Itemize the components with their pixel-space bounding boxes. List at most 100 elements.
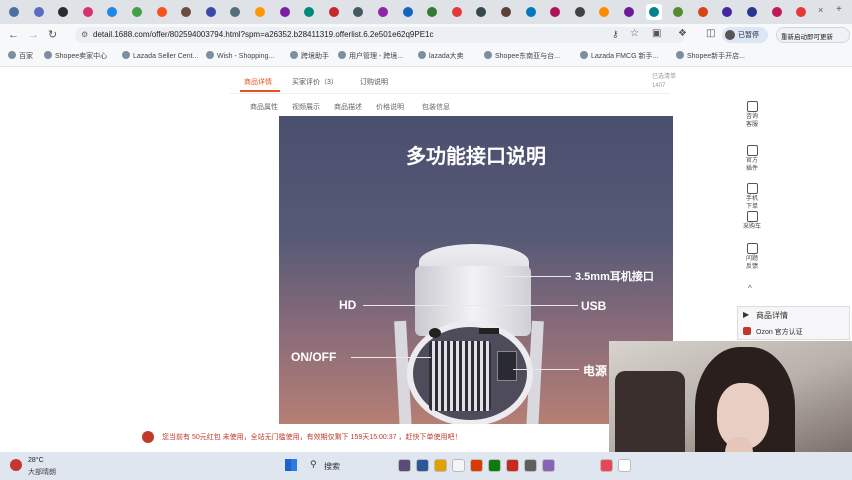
sidebar-item-label: 手机 下单 xyxy=(745,196,758,210)
bookmark-favicon-icon xyxy=(484,51,492,59)
profile-paused-button[interactable]: 已暂停 xyxy=(722,27,768,43)
tab-favicon-icon xyxy=(58,7,69,17)
bookmark-item[interactable]: 跨境助手 xyxy=(290,51,329,61)
sidebar-item[interactable]: 采购车 xyxy=(737,211,767,231)
url-bar[interactable]: ⚙ detail.1688.com/offer/802594003794.htm… xyxy=(75,27,685,43)
bookmark-item[interactable]: Lazada FMCG 新手... xyxy=(580,51,658,61)
browser-tab[interactable] xyxy=(31,4,47,20)
browser-tab[interactable] xyxy=(301,4,317,20)
play-icon: ▶ xyxy=(743,310,750,319)
bookmark-item[interactable]: Wish - Shopping... xyxy=(206,51,274,60)
browser-tab[interactable] xyxy=(55,4,71,20)
tab-close-icon[interactable]: × xyxy=(818,5,823,15)
sub-tab[interactable]: 价格说明 xyxy=(376,102,404,112)
bookmark-item[interactable]: Shopee卖家中心 xyxy=(44,51,107,61)
browser-tab[interactable] xyxy=(572,4,588,20)
tab-favicon-icon xyxy=(353,7,364,17)
forward-icon[interactable]: → xyxy=(28,29,39,41)
product-detail-panel[interactable]: ▶ 商品详情 Ozon 官方认证 xyxy=(737,306,850,340)
browser-tab[interactable] xyxy=(670,4,686,20)
tab-favicon-icon xyxy=(402,7,413,17)
sidebar-item[interactable]: 官方 插件 xyxy=(737,145,767,173)
extension-icon[interactable]: ▣ xyxy=(652,28,661,39)
browser-tab[interactable] xyxy=(252,4,268,20)
browser-tab[interactable] xyxy=(621,4,637,20)
taskbar-app-icon[interactable] xyxy=(452,459,465,472)
sub-tab[interactable]: 包装信息 xyxy=(422,102,450,112)
weather-widget[interactable]: 28°C 大部晴朗 xyxy=(8,456,78,476)
browser-tab[interactable] xyxy=(203,4,219,20)
bookmark-item[interactable]: lazada大卖 xyxy=(418,51,464,61)
bookmark-item[interactable]: Shopee新手开店... xyxy=(676,51,745,61)
tab-product-details[interactable]: 商品详情 xyxy=(244,77,272,87)
taskbar-app-icon[interactable] xyxy=(618,459,631,472)
coupon-icon xyxy=(142,431,154,443)
browser-tab[interactable] xyxy=(129,4,145,20)
sidebar-item[interactable]: 手机 下单 xyxy=(737,183,767,211)
taskbar-app-icon[interactable] xyxy=(524,459,537,472)
taskbar-app-icon[interactable] xyxy=(600,459,613,472)
browser-tab[interactable] xyxy=(326,4,342,20)
taskbar-app-icon[interactable] xyxy=(434,459,447,472)
site-info-icon[interactable]: ⚙ xyxy=(81,30,88,39)
taskbar-app-icon[interactable] xyxy=(398,459,411,472)
back-icon[interactable]: ← xyxy=(8,29,19,41)
taskbar-app-icon[interactable] xyxy=(542,459,555,472)
browser-tab[interactable] xyxy=(719,4,735,20)
update-restart-button[interactable]: 重新启动即可更新 xyxy=(776,27,850,43)
tab-ordering-info[interactable]: 订购说明 xyxy=(360,77,388,87)
browser-tab[interactable] xyxy=(350,4,366,20)
sidebar-item[interactable]: 咨询 客服 xyxy=(737,101,767,129)
browser-tab[interactable] xyxy=(400,4,416,20)
sub-tab[interactable]: 商品描述 xyxy=(334,102,362,112)
tab-favicon-icon xyxy=(304,7,315,17)
new-tab-icon[interactable]: + xyxy=(836,4,842,15)
browser-tab[interactable] xyxy=(523,4,539,20)
sub-tab[interactable]: 商品属性 xyxy=(250,102,278,112)
taskbar-app-icon[interactable] xyxy=(506,459,519,472)
browser-tab[interactable] xyxy=(498,4,514,20)
tab-buyer-reviews[interactable]: 买家评价（3） xyxy=(292,77,338,87)
browser-tab[interactable] xyxy=(449,4,465,20)
browser-tab[interactable] xyxy=(104,4,120,20)
browser-tab[interactable] xyxy=(375,4,391,20)
browser-tab[interactable] xyxy=(424,4,440,20)
start-button[interactable] xyxy=(285,459,297,471)
tab-favicon-icon xyxy=(230,7,241,17)
browser-tab[interactable] xyxy=(596,4,612,20)
collapse-sidebar-icon[interactable]: ^ xyxy=(748,284,752,293)
browser-tab[interactable] xyxy=(793,4,809,20)
taskbar-app-icon[interactable] xyxy=(470,459,483,472)
bookmark-item[interactable]: 百家 xyxy=(8,51,33,61)
tab-favicon-icon xyxy=(451,7,462,17)
tab-favicon-icon xyxy=(574,7,585,17)
taskbar-app-icon[interactable] xyxy=(416,459,429,472)
key-icon[interactable]: ⚷ xyxy=(612,29,619,40)
browser-tab[interactable] xyxy=(6,4,22,20)
browser-tab[interactable] xyxy=(769,4,785,20)
reload-icon[interactable]: ↻ xyxy=(48,28,57,41)
bookmark-item[interactable]: 用户管理 - 跨境... xyxy=(338,51,403,61)
bookmark-star-icon[interactable]: ☆ xyxy=(630,28,639,39)
taskbar-app-icon[interactable] xyxy=(488,459,501,472)
browser-tab[interactable] xyxy=(154,4,170,20)
taskbar-search[interactable]: ⚲ 搜索 xyxy=(306,458,386,474)
sub-tab[interactable]: 视频展示 xyxy=(292,102,320,112)
label-hd: HD xyxy=(339,298,357,312)
browser-tab[interactable] xyxy=(473,4,489,20)
browser-tab[interactable] xyxy=(80,4,96,20)
sidebar-item[interactable]: 问题 反馈 xyxy=(737,243,767,271)
bookmark-item[interactable]: Shopee东南亚与台... xyxy=(484,51,560,61)
browser-tab[interactable] xyxy=(695,4,711,20)
bookmark-label: Shopee东南亚与台... xyxy=(495,53,560,60)
browser-tab[interactable] xyxy=(645,4,662,20)
bookmark-item[interactable]: Lazada Seller Cent... xyxy=(122,51,198,60)
browser-tab[interactable] xyxy=(547,4,563,20)
sidepanel-icon[interactable]: ◫ xyxy=(706,28,715,39)
browser-tab[interactable] xyxy=(227,4,243,20)
tab-favicon-icon xyxy=(673,7,684,17)
extensions-puzzle-icon[interactable]: ❖ xyxy=(678,28,687,39)
browser-tab[interactable] xyxy=(178,4,194,20)
browser-tab[interactable] xyxy=(744,4,760,20)
browser-tab[interactable] xyxy=(277,4,293,20)
